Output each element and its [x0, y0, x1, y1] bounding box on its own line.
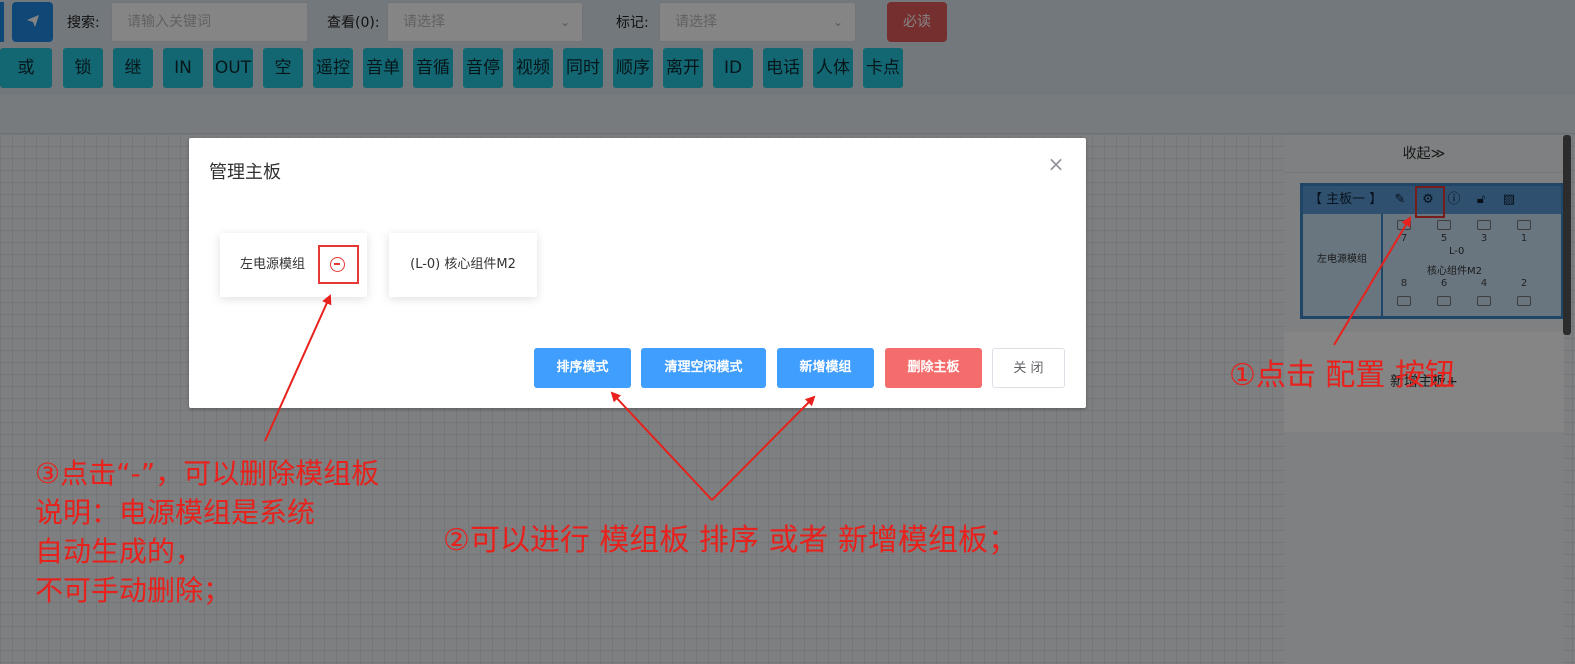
arrow-to-minus — [264, 294, 332, 442]
annotation-step3: ③点击“-”，可以删除模组板 说明：电源模组是系统 自动生成的， 不可手动删除； — [35, 454, 379, 610]
arrow-to-sort — [610, 391, 713, 501]
arrow-to-gear — [1333, 216, 1412, 346]
arrow-to-add — [711, 395, 816, 501]
annotation-step3-line1: ③点击“-”，可以删除模组板 — [35, 457, 380, 490]
annotation-step3-line4: 不可手动删除； — [35, 574, 232, 607]
annotation-step2: ②可以进行 模组板 排序 或者 新增模组板； — [443, 523, 1019, 558]
annotation-step3-line2: 说明：电源模组是系统 — [35, 496, 316, 529]
annotation-step3-line3: 自动生成的， — [35, 535, 204, 568]
annotation-step1: ①点击 配置 按钮 — [1229, 358, 1455, 393]
